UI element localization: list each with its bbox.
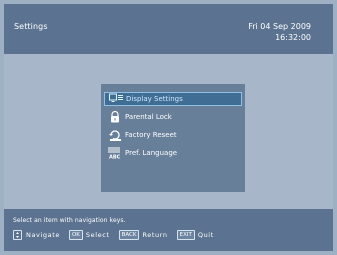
datetime: Fri 04 Sep 2009 16:32:00 [248,21,311,43]
menu-item-factory-reset[interactable]: Factory Reseet [104,128,242,142]
time-text: 16:32:00 [275,33,311,42]
navigation-keys-icon [13,229,22,240]
menu-item-label: Display Settings [126,95,183,103]
return-label: Return [142,230,168,239]
select-label: Select [85,230,110,239]
settings-screen: Settings Fri 04 Sep 2009 16:32:00 Displa… [4,4,333,251]
display-icon [109,93,123,105]
hint-text: Select an item with navigation keys. [13,217,126,224]
language-abc-icon: ABC [108,147,122,161]
menu-item-parental-lock[interactable]: Parental Lock [104,110,242,124]
menu-item-pref-language[interactable]: ABC Pref. Language [104,146,242,161]
key-legend: Navigate OK Select BACK Return EXIT Quit [13,229,223,240]
menu-item-display-settings[interactable]: Display Settings [104,92,242,106]
header-bar: Settings Fri 04 Sep 2009 16:32:00 [4,4,333,54]
date-text: Fri 04 Sep 2009 [248,22,311,31]
exit-key[interactable]: EXIT [176,229,195,240]
navigate-label: Navigate [26,230,60,239]
factory-reset-icon [108,129,122,141]
settings-menu: Display Settings Parental Lock Factory R… [101,84,245,192]
back-key[interactable]: BACK [118,229,140,240]
lock-icon [108,110,122,123]
ok-key[interactable]: OK [68,229,83,240]
menu-item-label: Parental Lock [125,113,172,121]
svg-text:ABC: ABC [109,155,121,160]
page-title: Settings [14,22,48,31]
footer-bar: Select an item with navigation keys. Nav… [4,209,333,251]
menu-item-label: Pref. Language [125,149,178,157]
menu-item-label: Factory Reseet [125,131,177,139]
quit-label: Quit [197,230,214,239]
